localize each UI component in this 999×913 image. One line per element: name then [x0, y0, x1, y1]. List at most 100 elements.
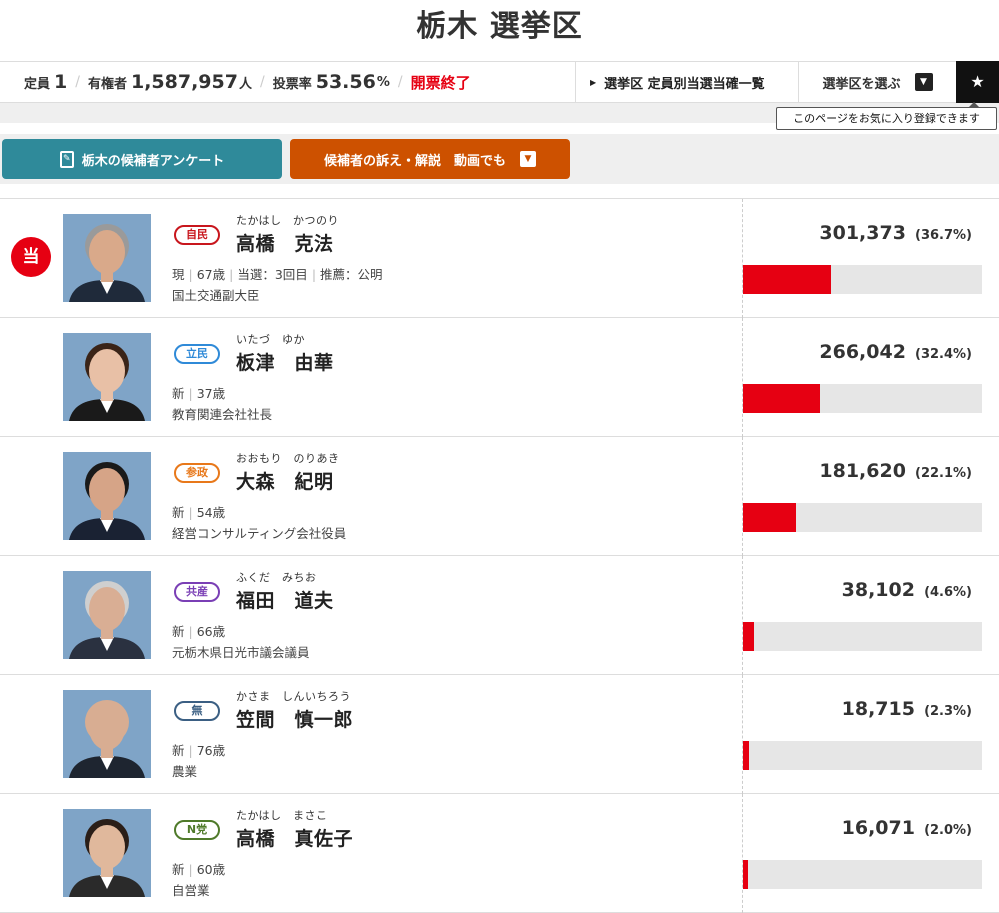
stat-separator: /	[259, 74, 265, 90]
candidate-video-label: 候補者の訴え・解説 動画でも	[323, 153, 506, 169]
votes-percent: (36.7%)	[915, 228, 972, 243]
party-badge: 参政	[174, 463, 220, 483]
candidate-row[interactable]: 参政 おおもり のりあき 大森 紀明 新 | 54歳 経営コンサルティング会社役員 …	[0, 437, 999, 556]
detail-item: 66歳	[196, 624, 226, 639]
column-divider	[742, 794, 743, 913]
candidate-name-kana: たかはし まさこ	[236, 809, 328, 822]
stat-separator: /	[397, 74, 403, 90]
column-divider	[742, 199, 743, 318]
district-select-dropdown[interactable]: 選挙区を選ぶ ▼	[798, 62, 956, 102]
turnout-label: 投票率	[272, 76, 312, 92]
candidate-details: 新 | 54歳	[172, 502, 225, 521]
detail-separator: |	[188, 624, 193, 639]
vote-count: 266,042 (32.4%)	[819, 341, 972, 363]
candidate-row[interactable]: 立民 いたづ ゆか 板津 由華 新 | 37歳 教育関連会社社長 266,042 (…	[0, 318, 999, 437]
candidate-name: 高橋 克法	[236, 233, 334, 255]
candidate-row[interactable]: 共産 ふくだ みちお 福田 道夫 新 | 66歳 元栃木県日光市議会議員 38,10…	[0, 556, 999, 675]
votes-number: 16,071	[841, 817, 915, 839]
chevron-down-icon: ▼	[914, 73, 933, 91]
candidate-occupation: 自営業	[172, 883, 210, 898]
chevron-down-icon: ▼	[520, 151, 536, 167]
turnout-value: 53.56	[315, 71, 376, 93]
portrait-icon	[63, 214, 151, 302]
candidate-details: 新 | 60歳	[172, 859, 225, 878]
candidate-details: 新 | 76歳	[172, 740, 225, 759]
district-info-bar: 定員 1 / 有権者 1,587,957 人 / 投票率 53.56 % / 開…	[0, 60, 999, 103]
party-badge: 共産	[174, 582, 220, 602]
favorite-tooltip: このページをお気に入り登録できます	[776, 102, 997, 130]
candidate-list: 当 自民 たかはし かつのり 高橋 克法 現 | 67歳 | 当選：3回目 | 推薦：公明 …	[0, 198, 999, 913]
vote-bar-fill	[743, 384, 821, 413]
vote-bar-fill	[743, 622, 754, 651]
candidate-details: 現 | 67歳 | 当選：3回目 | 推薦：公明	[172, 264, 383, 283]
stat-separator: /	[75, 74, 80, 90]
survey-icon: ✎	[59, 150, 74, 168]
vote-bar-track	[743, 741, 982, 770]
candidate-survey-label: 栃木の候補者アンケート	[81, 153, 225, 169]
candidate-details: 新 | 37歳	[172, 383, 225, 402]
detail-item: 60歳	[196, 862, 226, 877]
winners-list-link[interactable]: ▶ 選挙区 定員別当選当確一覧	[575, 62, 798, 102]
winner-badge: 当	[11, 237, 51, 277]
detail-item: 67歳	[196, 267, 226, 282]
vote-count: 16,071 (2.0%)	[842, 817, 972, 839]
candidate-occupation: 国土交通副大臣	[172, 288, 260, 303]
party-badge: N党	[174, 820, 220, 840]
detail-item: 54歳	[196, 505, 226, 520]
triangle-right-icon: ▶	[590, 77, 597, 87]
portrait-icon	[63, 333, 151, 421]
candidate-name-kana: ふくだ みちお	[236, 571, 317, 584]
winners-list-label: 選挙区 定員別当選当確一覧	[604, 76, 765, 92]
page-title: 栃木 選挙区	[416, 9, 583, 44]
column-divider	[742, 437, 743, 556]
candidate-name: 板津 由華	[236, 352, 334, 374]
candidate-name-kana: いたづ ゆか	[236, 333, 305, 346]
detail-item: 新	[172, 624, 185, 639]
seats-value: 1	[54, 71, 68, 93]
counting-status: 開票終了	[410, 73, 471, 92]
candidate-row[interactable]: N党 たかはし まさこ 高橋 真佐子 新 | 60歳 自営業 16,071 (2.0…	[0, 794, 999, 913]
detail-separator: |	[311, 267, 317, 282]
candidate-name: 高橋 真佐子	[236, 828, 354, 850]
candidate-occupation: 教育関連会社社長	[172, 407, 273, 422]
votes-percent: (32.4%)	[915, 347, 972, 362]
votes-number: 301,373	[819, 222, 906, 244]
party-badge: 無	[174, 701, 220, 721]
vote-bar-track	[743, 384, 982, 413]
detail-item: 当選：3回目	[237, 267, 308, 282]
turnout-unit: %	[376, 74, 390, 90]
favorite-button[interactable]: ★	[956, 60, 999, 103]
candidate-photo	[63, 809, 151, 897]
seats-label: 定員	[24, 76, 51, 92]
party-badge: 立民	[174, 344, 220, 364]
vote-bar-fill	[743, 265, 831, 294]
votes-number: 266,042	[819, 341, 906, 363]
candidate-row[interactable]: 無 かさま しんいちろう 笠間 慎一郎 新 | 76歳 農業 18,715 (2.3…	[0, 675, 999, 794]
detail-item: 新	[172, 862, 185, 877]
vote-bar-fill	[743, 860, 748, 889]
votes-number: 181,620	[819, 460, 906, 482]
vote-bar-fill	[743, 741, 749, 770]
detail-item: 76歳	[196, 743, 226, 758]
detail-item: 推薦：公明	[320, 267, 383, 282]
detail-separator: |	[188, 386, 193, 401]
detail-item: 新	[172, 505, 185, 520]
candidate-photo	[63, 571, 151, 659]
action-button-band: ✎ 栃木の候補者アンケート 候補者の訴え・解説 動画でも ▼	[0, 134, 999, 184]
votes-percent: (2.3%)	[924, 704, 972, 719]
candidate-photo	[63, 214, 151, 302]
portrait-icon	[63, 690, 151, 778]
candidate-name-kana: かさま しんいちろう	[236, 690, 351, 703]
voters-value: 1,587,957	[130, 71, 238, 93]
vote-count: 301,373 (36.7%)	[819, 222, 972, 244]
candidate-survey-button[interactable]: ✎ 栃木の候補者アンケート	[2, 139, 282, 179]
column-divider	[742, 556, 743, 675]
vote-count: 18,715 (2.3%)	[842, 698, 972, 720]
vote-count: 38,102 (4.6%)	[842, 579, 972, 601]
candidate-name-kana: たかはし かつのり	[236, 214, 340, 227]
candidate-row[interactable]: 当 自民 たかはし かつのり 高橋 克法 現 | 67歳 | 当選：3回目 | 推薦：公明 …	[0, 199, 999, 318]
voters-unit: 人	[238, 76, 252, 92]
detail-item: 新	[172, 743, 185, 758]
portrait-icon	[63, 452, 151, 540]
candidate-video-button[interactable]: 候補者の訴え・解説 動画でも ▼	[290, 139, 570, 179]
